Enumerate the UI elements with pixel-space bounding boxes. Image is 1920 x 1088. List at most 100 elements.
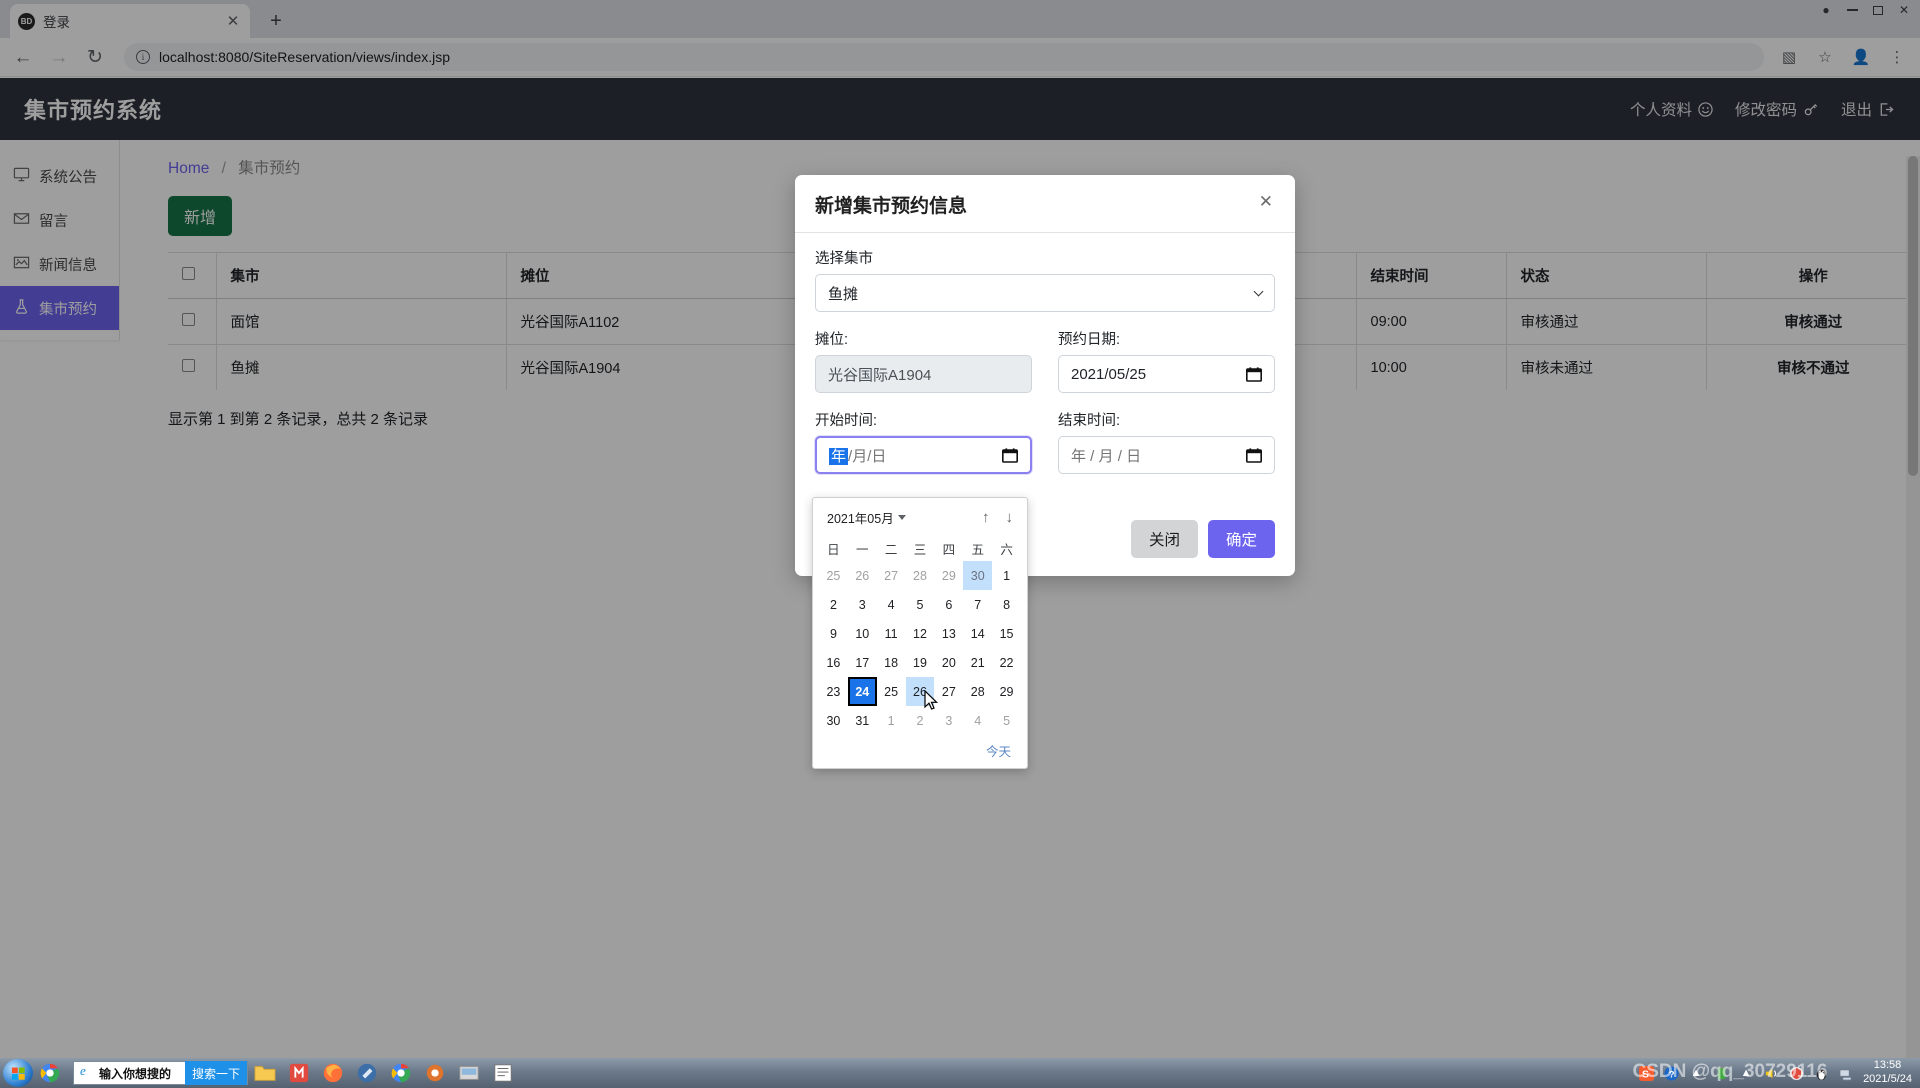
- network-icon[interactable]: [1838, 1065, 1854, 1081]
- calendar-icon[interactable]: [1246, 366, 1262, 382]
- reserve-date-field-group: 预约日期: 2021/05/25: [1058, 328, 1275, 393]
- modal-body: 选择集市 鱼摊 摊位: 光谷国际A1904 预约日期: 2021/05/25 开…: [795, 233, 1295, 480]
- taskbar-clock[interactable]: 13:58 2021/5/24: [1863, 1059, 1912, 1087]
- day-cell[interactable]: 1: [877, 706, 906, 735]
- chrome-colorful-icon[interactable]: [33, 1059, 67, 1087]
- day-cell[interactable]: 11: [877, 619, 906, 648]
- penguin-icon[interactable]: [1813, 1065, 1829, 1081]
- end-time-input[interactable]: 年 / 月 / 日: [1058, 436, 1275, 474]
- date-picker-month-label: 2021年05月: [827, 512, 894, 526]
- day-cell[interactable]: 25: [877, 677, 906, 706]
- antivirus-icon[interactable]: [1788, 1065, 1804, 1081]
- start-time-day-segment[interactable]: 日: [871, 448, 886, 465]
- arrow-up-icon[interactable]: ↑: [982, 509, 990, 526]
- sogou-icon[interactable]: S: [1638, 1065, 1654, 1081]
- start-time-placeholder: 年/月/日: [829, 445, 886, 466]
- day-cell[interactable]: 5: [906, 590, 935, 619]
- day-cell[interactable]: 4: [877, 590, 906, 619]
- day-cell[interactable]: 7: [963, 590, 992, 619]
- firefox-icon[interactable]: [316, 1059, 350, 1087]
- expand-icon[interactable]: ▲: [1688, 1065, 1704, 1081]
- day-cell[interactable]: 28: [963, 677, 992, 706]
- date-picker-month-selector[interactable]: 2021年05月: [827, 508, 906, 527]
- start-time-input[interactable]: 年/月/日: [815, 436, 1032, 474]
- calendar-icon[interactable]: [1002, 447, 1018, 463]
- day-cell[interactable]: 23: [819, 677, 848, 706]
- day-cell[interactable]: 18: [877, 648, 906, 677]
- day-cell[interactable]: 30: [819, 706, 848, 735]
- reserve-date-label: 预约日期:: [1058, 332, 1121, 348]
- ie-search-box[interactable]: e 输入你想搜的 搜索一下: [73, 1061, 248, 1085]
- date-picker-footer: 今天: [819, 735, 1021, 762]
- day-cell[interactable]: 4: [963, 706, 992, 735]
- close-icon[interactable]: ✕: [1257, 191, 1275, 212]
- modal-title: 新增集市预约信息: [815, 196, 968, 217]
- day-cell[interactable]: 21: [963, 648, 992, 677]
- calendar-icon[interactable]: [1246, 447, 1262, 463]
- day-cell[interactable]: 9: [819, 619, 848, 648]
- day-cell[interactable]: 19: [906, 648, 935, 677]
- day-cell[interactable]: 25: [819, 561, 848, 590]
- day-cell[interactable]: 22: [992, 648, 1021, 677]
- day-cell[interactable]: 13: [934, 619, 963, 648]
- today-button[interactable]: 今天: [986, 741, 1011, 760]
- day-cell[interactable]: 12: [906, 619, 935, 648]
- day-cell[interactable]: 14: [963, 619, 992, 648]
- ie-search-button[interactable]: 搜索一下: [184, 1061, 247, 1085]
- select-market-value: 鱼摊: [828, 285, 859, 303]
- day-cell[interactable]: 29: [992, 677, 1021, 706]
- tool-icon[interactable]: [350, 1059, 384, 1087]
- day-cell[interactable]: 29: [934, 561, 963, 590]
- end-time-year-segment[interactable]: 年: [1071, 448, 1086, 465]
- end-time-label: 结束时间:: [1058, 413, 1121, 429]
- settings-icon[interactable]: [418, 1059, 452, 1087]
- end-time-day-segment[interactable]: 日: [1126, 448, 1141, 465]
- day-cell-selected[interactable]: 24: [847, 677, 877, 706]
- day-cell[interactable]: 31: [848, 706, 877, 735]
- explorer-icon[interactable]: [452, 1059, 486, 1087]
- day-cell[interactable]: 6: [934, 590, 963, 619]
- day-cell[interactable]: 10: [848, 619, 877, 648]
- chrome-icon[interactable]: [384, 1059, 418, 1087]
- modal-close-button[interactable]: 关闭: [1130, 520, 1198, 558]
- day-cell[interactable]: 20: [934, 648, 963, 677]
- day-cell[interactable]: 8: [992, 590, 1021, 619]
- windows-start-icon[interactable]: [3, 1059, 33, 1087]
- volume-icon[interactable]: [1763, 1065, 1779, 1081]
- editor-icon[interactable]: [486, 1059, 520, 1087]
- windows-taskbar: e 输入你想搜的 搜索一下 S ? ▲ ▲ 13:58 2021/5/24: [0, 1058, 1920, 1088]
- start-time-label: 开始时间:: [815, 413, 878, 429]
- arrow-down-icon[interactable]: ↓: [1006, 509, 1014, 526]
- booth-input: 光谷国际A1904: [815, 355, 1032, 393]
- day-cell[interactable]: 27: [877, 561, 906, 590]
- folder-icon[interactable]: [248, 1059, 282, 1087]
- day-cell[interactable]: 2: [819, 590, 848, 619]
- chevron-down-icon: [1253, 286, 1264, 297]
- reserve-date-input[interactable]: 2021/05/25: [1058, 355, 1275, 393]
- day-cell[interactable]: 16: [819, 648, 848, 677]
- row-booth-date: 摊位: 光谷国际A1904 预约日期: 2021/05/25: [815, 328, 1275, 393]
- weekday-label: 五: [971, 542, 984, 557]
- screen: BD 登录 ✕ + ● ✕ ← → ↻ i localhost:8080/Sit…: [0, 0, 1920, 1088]
- modal-confirm-button[interactable]: 确定: [1207, 520, 1275, 558]
- day-cell[interactable]: 28: [906, 561, 935, 590]
- usb-icon[interactable]: [1713, 1065, 1729, 1081]
- day-cell[interactable]: 15: [992, 619, 1021, 648]
- day-cell[interactable]: 3: [848, 590, 877, 619]
- day-cell[interactable]: 5: [992, 706, 1021, 735]
- svg-text:S: S: [1642, 1069, 1649, 1080]
- day-cell[interactable]: 1: [992, 561, 1021, 590]
- app-icon[interactable]: [282, 1059, 316, 1087]
- show-hidden-icon[interactable]: ▲: [1738, 1065, 1754, 1081]
- select-market-dropdown[interactable]: 鱼摊: [815, 274, 1275, 312]
- day-cell[interactable]: 30: [963, 561, 993, 590]
- day-cell[interactable]: 26: [848, 561, 877, 590]
- help-icon[interactable]: ?: [1663, 1065, 1679, 1081]
- start-time-year-segment[interactable]: 年: [829, 447, 849, 465]
- end-time-month-segment[interactable]: 月: [1099, 448, 1114, 465]
- day-cell[interactable]: 17: [848, 648, 877, 677]
- start-time-month-segment[interactable]: 月: [852, 448, 867, 465]
- ie-search-input[interactable]: 输入你想搜的: [99, 1065, 171, 1082]
- system-tray: S ? ▲ ▲ 13:58 2021/5/24: [1638, 1059, 1920, 1087]
- weekday-label: 四: [942, 542, 956, 557]
